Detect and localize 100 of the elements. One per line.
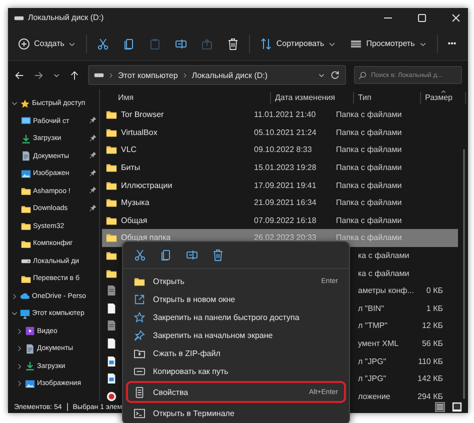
type-cell: л "BIN" [358, 304, 384, 313]
terminal-icon [134, 408, 145, 418]
desktop-icon [21, 116, 31, 126]
chevron-icon [108, 72, 114, 78]
picture-icon [21, 168, 31, 179]
date-cell: 11.01.2021 21:40 [254, 110, 316, 120]
download-icon [21, 134, 31, 144]
pin-icon [134, 330, 145, 340]
column-header[interactable]: Имя [102, 92, 270, 104]
chevron-right-icon[interactable] [16, 362, 23, 370]
file-name[interactable]: Биты [121, 163, 140, 172]
menu-item[interactable]: Открыть в Терминале [126, 404, 346, 422]
menu-item[interactable]: Закрепить на начальном экране [126, 326, 346, 344]
download-icon [25, 361, 35, 372]
size-cell: 110 КБ [418, 356, 443, 366]
column-header[interactable]: Дата изменения [270, 92, 353, 104]
menu-item[interactable]: Закрепить на панели быстрого доступа [126, 308, 346, 326]
type-cell: Папка с файлами [336, 233, 402, 242]
size-cell: 0 КБ [426, 286, 443, 296]
folder-icon [106, 250, 117, 262]
folder-icon [106, 268, 117, 279]
file-name[interactable]: VLC [121, 145, 137, 154]
file-name[interactable]: VirtualBox [121, 128, 158, 137]
rename-icon [186, 249, 198, 261]
sort-button[interactable]: Сортировать [256, 34, 340, 52]
folder-icon [134, 276, 145, 286]
file-name[interactable]: Иллюстрации [121, 180, 172, 190]
menu-item[interactable]: Копировать как путь [126, 362, 346, 380]
folder-icon [21, 186, 31, 196]
folder-icon [106, 197, 117, 208]
folder-icon [106, 214, 117, 226]
sort-icon [260, 38, 272, 50]
size-cell: 1 КБ [426, 304, 443, 313]
more-button[interactable]: ••• [444, 36, 460, 51]
folder-icon [106, 144, 117, 156]
type-cell: л "JPG" [358, 374, 386, 384]
maximize-icon[interactable] [416, 12, 428, 24]
menu-item[interactable]: Открыть в новом окне [126, 290, 346, 308]
close-icon[interactable] [450, 12, 462, 24]
document-icon [106, 338, 117, 350]
image-file-icon [106, 373, 117, 384]
tiles-view-icon[interactable] [452, 402, 462, 412]
forward-icon[interactable] [33, 70, 44, 80]
file-name[interactable]: Tor Browser [121, 110, 164, 120]
trash-icon [227, 38, 240, 50]
breadcrumb-item[interactable]: Этот компьютер [118, 70, 178, 80]
date-cell: 07.09.2022 16:18 [254, 216, 316, 225]
cut-button[interactable] [132, 247, 148, 263]
address-bar[interactable]: Этот компьютер Локальный диск (D:) [88, 65, 346, 85]
chevron-down-icon[interactable] [11, 100, 18, 108]
date-cell: 09.10.2022 8:33 [254, 145, 312, 154]
type-cell: Папка с файлами [336, 216, 402, 225]
star-icon [134, 312, 145, 322]
view-button[interactable]: Просмотреть [346, 34, 431, 52]
type-cell: Папка с файлами [336, 180, 402, 190]
menu-item[interactable]: Сжать в ZIP-файл [126, 344, 346, 362]
chevron-right-icon[interactable] [16, 380, 23, 388]
size-cell: 12 КБ [422, 321, 443, 330]
file-name[interactable]: Общая папка [121, 233, 171, 242]
size-cell: 56 КБ [422, 339, 443, 348]
column-header[interactable]: Тип [353, 92, 420, 104]
type-cell: Папка с файлами [336, 128, 402, 137]
folder-icon [21, 238, 31, 249]
column-header[interactable]: Размер [420, 92, 466, 104]
type-cell: ложение [358, 392, 390, 401]
type-cell: Папка с файлами [336, 145, 402, 154]
create-button[interactable]: Создать [14, 34, 80, 52]
scrollbar[interactable] [463, 149, 465, 399]
plus-icon [18, 38, 30, 50]
type-cell: умент XML [358, 339, 399, 348]
window-title: Локальный диск (D:) [28, 13, 104, 22]
archive-folder-icon [134, 348, 145, 358]
folder-icon [21, 204, 31, 214]
properties-icon [134, 386, 145, 398]
monitor-icon [20, 308, 30, 319]
chevron-icon [182, 72, 188, 78]
clipboard-icon [149, 38, 162, 50]
chevron-right-icon[interactable] [11, 292, 18, 300]
back-icon[interactable] [14, 70, 25, 80]
video-icon [25, 326, 35, 336]
details-view-icon[interactable] [435, 402, 445, 412]
type-cell: аметры конф... [358, 286, 414, 296]
document-icon [106, 302, 117, 314]
breadcrumb-item[interactable]: Локальный диск (D:) [192, 70, 268, 80]
type-cell: л "JPG" [358, 356, 386, 366]
copy-icon [123, 38, 136, 50]
folder-icon [21, 221, 31, 232]
refresh-icon[interactable] [330, 70, 340, 80]
up-icon[interactable] [69, 70, 80, 80]
file-name[interactable]: Музыка [121, 198, 150, 208]
chevron-right-icon[interactable] [16, 345, 23, 352]
date-cell: 15.01.2023 19:28 [254, 163, 316, 172]
star-icon [20, 98, 30, 109]
folder-icon [106, 126, 117, 138]
file-name[interactable]: Общая [121, 216, 148, 225]
document-icon [106, 285, 117, 296]
chevron-down-icon[interactable] [11, 310, 18, 318]
chevron-right-icon[interactable] [16, 328, 23, 335]
share-icon [201, 38, 214, 50]
size-cell: 294 КБ [418, 392, 443, 401]
